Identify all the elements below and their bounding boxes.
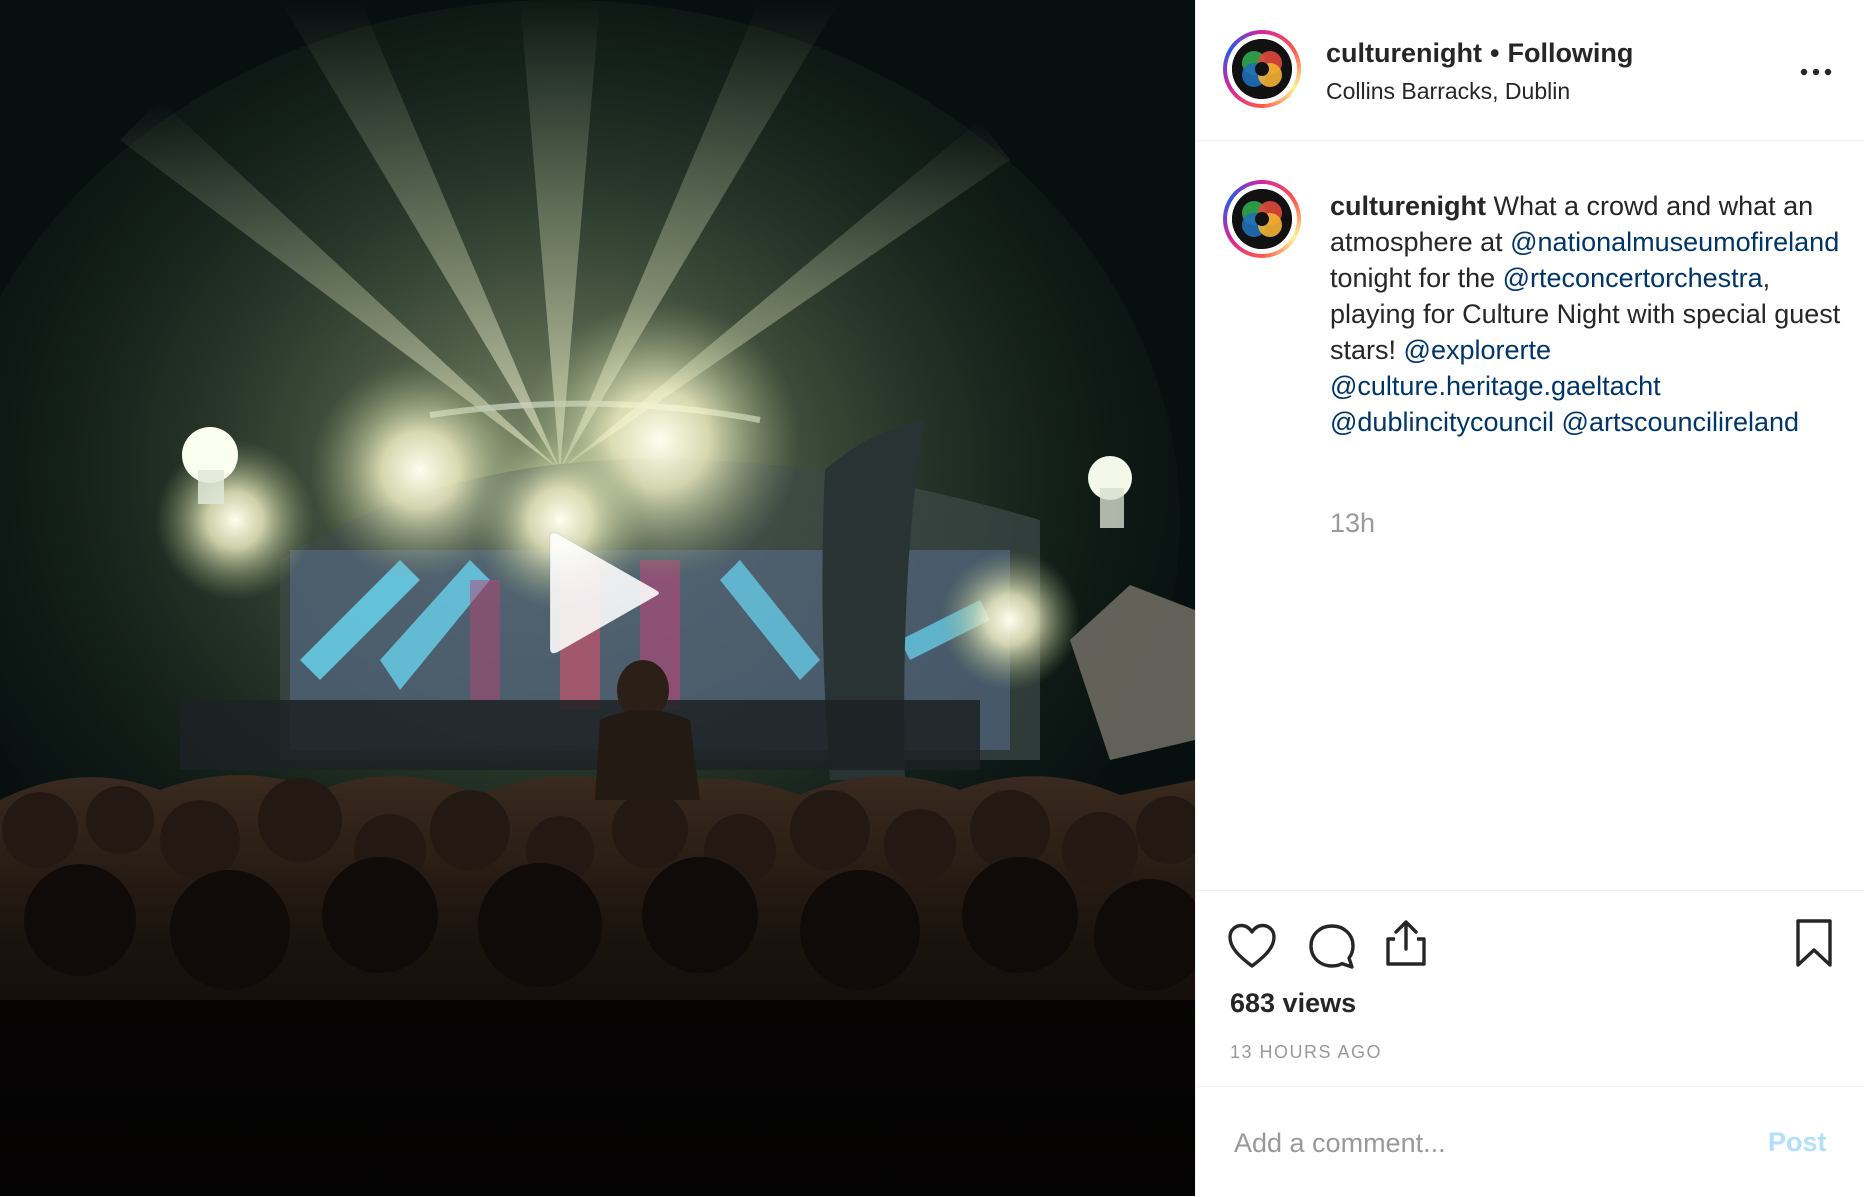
post-video[interactable] <box>0 0 1195 1196</box>
avatar[interactable] <box>1223 30 1301 108</box>
post-comment-button[interactable]: Post <box>1768 1127 1827 1158</box>
mention-link[interactable]: @dublincitycouncil <box>1330 407 1554 437</box>
mention-link[interactable]: @culture.heritage.gaeltacht <box>1330 371 1661 401</box>
post-details-panel: culturenight • Following Collins Barracks,… <box>1195 0 1864 1196</box>
more-options-icon[interactable] <box>1798 54 1834 90</box>
comment-input[interactable] <box>1234 1123 1734 1163</box>
post-timestamp[interactable]: 13 HOURS AGO <box>1230 1042 1382 1063</box>
caption-text: tonight for the <box>1330 263 1496 293</box>
location-link[interactable]: Collins Barracks, Dublin <box>1326 78 1570 105</box>
culturenight-logo <box>1232 189 1292 249</box>
view-count[interactable]: 683 views <box>1230 988 1356 1019</box>
comment-icon[interactable] <box>1306 921 1358 973</box>
separator-dot: • <box>1490 38 1500 68</box>
caption-time-ago[interactable]: 13h <box>1330 508 1375 539</box>
header-username[interactable]: culturenight <box>1326 38 1482 68</box>
post-header: culturenight • Following Collins Barracks,… <box>1196 0 1864 141</box>
mention-link[interactable]: @artscouncilireland <box>1562 407 1800 437</box>
caption-username[interactable]: culturenight <box>1330 191 1486 221</box>
culturenight-logo <box>1232 39 1292 99</box>
following-button[interactable]: Following <box>1507 38 1633 68</box>
comment-form: Post <box>1196 1086 1864 1197</box>
caption-avatar[interactable] <box>1223 180 1301 258</box>
post-caption: culturenight What a crowd and what an at… <box>1330 188 1850 440</box>
mention-link[interactable]: @nationalmuseumofireland <box>1510 227 1839 257</box>
play-icon[interactable] <box>536 526 668 658</box>
bookmark-icon[interactable] <box>1788 917 1840 969</box>
header-title-line: culturenight • Following <box>1326 38 1633 69</box>
heart-icon[interactable] <box>1226 921 1278 973</box>
mention-link[interactable]: @rteconcertorchestra <box>1503 263 1763 293</box>
mention-link[interactable]: @explorerte <box>1404 335 1551 365</box>
share-icon[interactable] <box>1380 917 1432 969</box>
